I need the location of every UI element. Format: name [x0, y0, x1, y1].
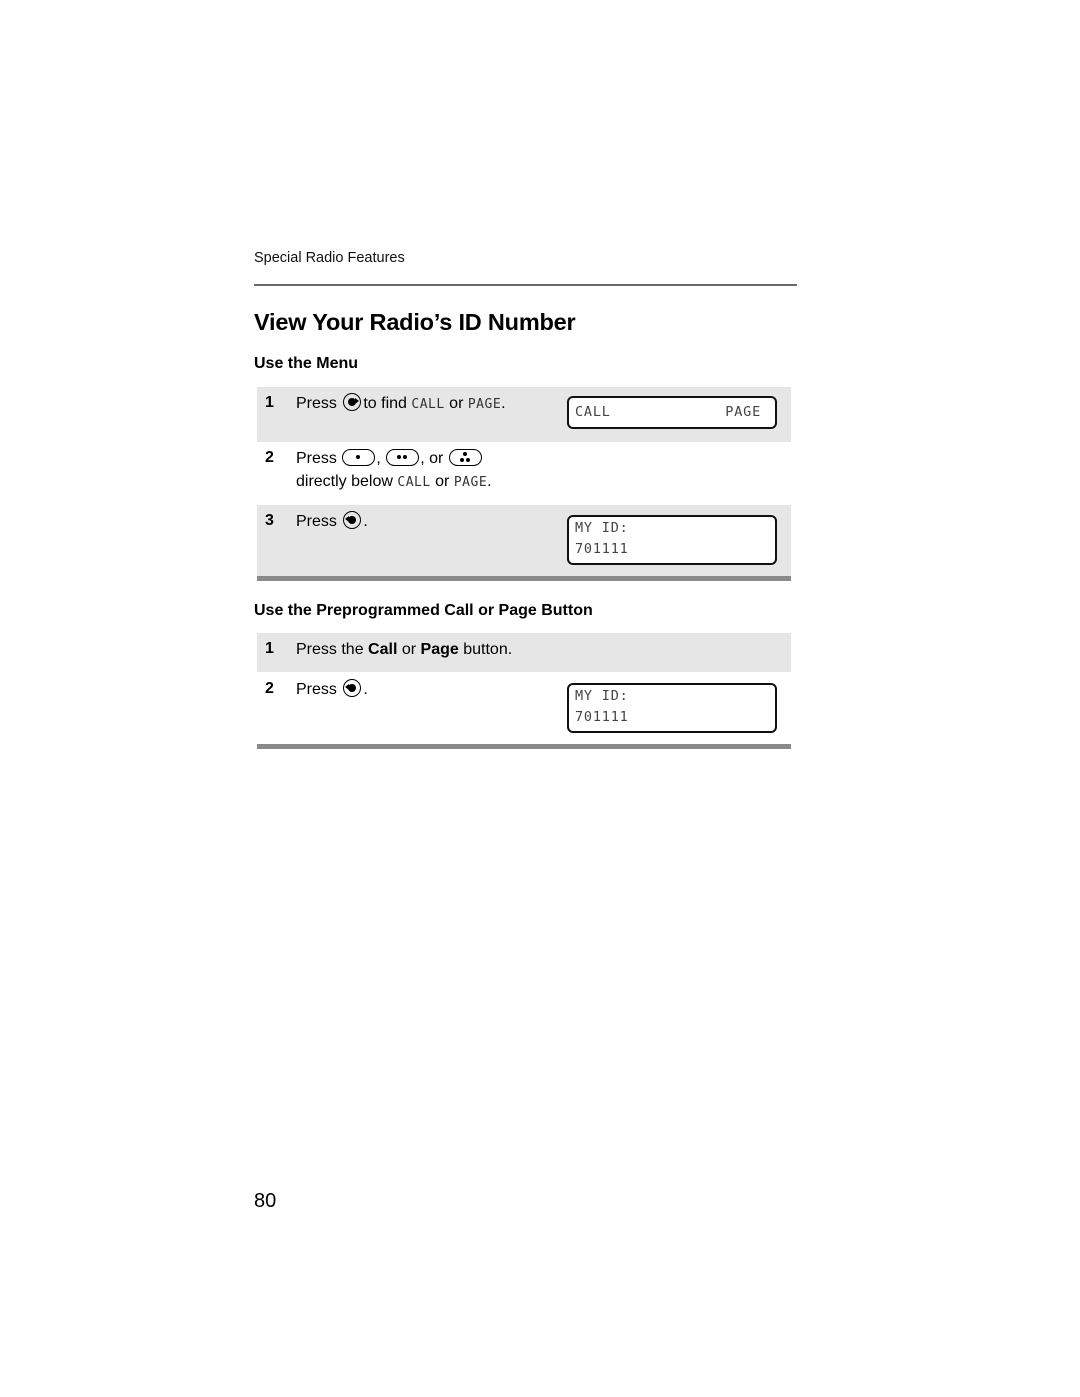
step-row: 3 Press . MY ID: 701111: [257, 505, 791, 576]
display-line-1: MY ID:: [575, 520, 629, 536]
step-number: 2: [265, 680, 274, 697]
menu-steps-table: 1 Press to find CALL or PAGE. CALL PAGE …: [257, 387, 791, 581]
one-dot-softkey-icon: [342, 449, 376, 466]
page-number: 80: [254, 1190, 277, 1212]
button-steps-table: 1 Press the Call or Page button. 2 Press…: [257, 633, 791, 749]
display-line-2: 701111: [575, 541, 629, 557]
display-line-1: MY ID:: [575, 688, 629, 704]
radio-display: MY ID: 701111: [567, 683, 777, 733]
step-number: 2: [265, 449, 274, 466]
step-instruction: Press to find CALL or PAGE.: [296, 393, 506, 412]
step-instruction: Press .: [296, 511, 368, 530]
page-title: View Your Radio’s ID Number: [254, 309, 576, 335]
running-header: Special Radio Features: [254, 250, 405, 266]
right-arrow-button-icon: [343, 393, 362, 411]
step-instruction: Press the Call or Page button.: [296, 641, 513, 658]
step-number: 1: [265, 640, 274, 657]
step-row: 2 Press , , or directly below CALL or PA…: [257, 442, 791, 505]
three-dot-softkey-icon: [448, 449, 482, 466]
two-dot-softkey-icon: [386, 449, 420, 466]
step-instruction: Press .: [296, 679, 368, 698]
step-row: 2 Press . MY ID: 701111: [257, 672, 791, 744]
section-heading-menu: Use the Menu: [254, 355, 359, 372]
display-line-2: 701111: [575, 709, 629, 725]
step-number: 1: [265, 394, 274, 411]
header-divider: [254, 284, 797, 286]
left-arrow-button-icon: [343, 679, 362, 697]
display-left-label: CALL: [575, 404, 611, 420]
radio-display: MY ID: 701111: [567, 515, 777, 565]
step-instruction: Press , , or directly below CALL or PAGE…: [296, 449, 492, 490]
step-row: 1 Press to find CALL or PAGE. CALL PAGE: [257, 387, 791, 442]
table-end-rule: [257, 576, 791, 581]
step-row: 1 Press the Call or Page button.: [257, 633, 791, 672]
left-arrow-button-icon: [343, 511, 362, 529]
step-number: 3: [265, 512, 274, 529]
section-heading-button: Use the Preprogrammed Call or Page Butto…: [254, 602, 593, 619]
display-right-label: PAGE: [725, 404, 761, 420]
radio-display: CALL PAGE: [567, 396, 777, 429]
table-end-rule: [257, 744, 791, 749]
